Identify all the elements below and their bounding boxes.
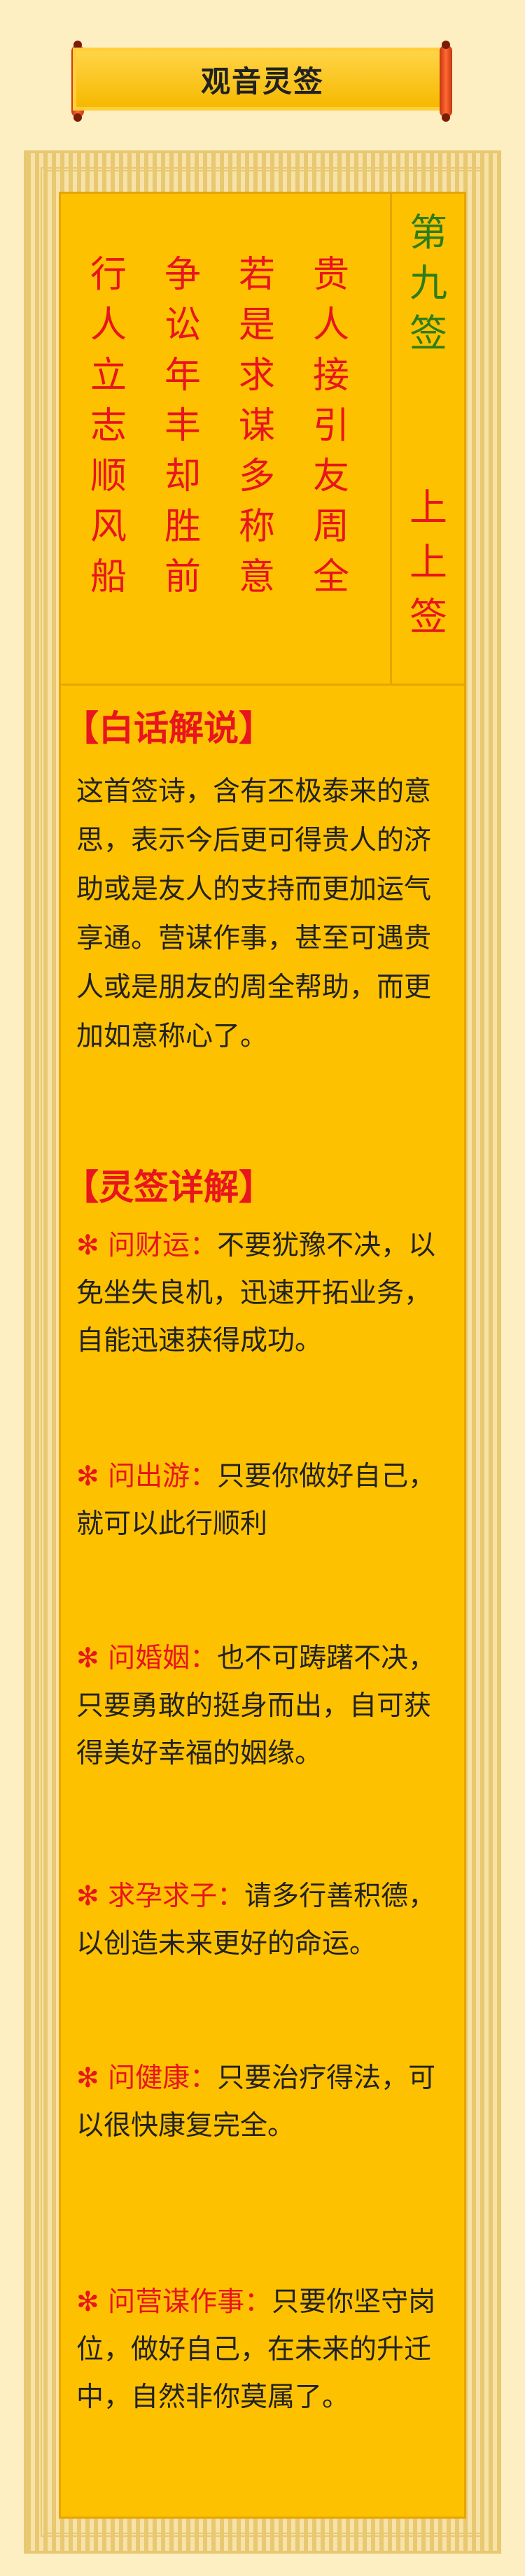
section-heading-details: 【灵签详解】 bbox=[64, 1166, 274, 1208]
detail-marriage: ✻ 问婚姻：也不可踌躇不决，只要勇敢的挺身而出，自可获得美好幸福的姻缘。 bbox=[76, 1643, 436, 1769]
page-title: 观音灵签 bbox=[200, 64, 324, 99]
explanation-text: 这首签诗，含有丕极泰来的意思，表示今后更可得贵人的济助或是友人的支持而更加运气享… bbox=[76, 776, 432, 1052]
detail-travel: ✻ 问出游：只要你做好自己，就可以此行顺利 bbox=[76, 1461, 436, 1540]
sign-number: 第九签 bbox=[410, 211, 447, 355]
poem-column-2: 若是求谋多称意 bbox=[238, 254, 275, 598]
detail-wealth: ✻ 问财运：不要犹豫不决，以免坐失良机，迅速开拓业务，自能迅速获得成功。 bbox=[76, 1230, 436, 1357]
scroll-rod-right bbox=[440, 41, 452, 122]
poem-column-3: 争讼年丰却胜前 bbox=[164, 254, 201, 598]
detail-health: ✻ 问健康：只要治疗得法，可以很快康复完全。 bbox=[76, 2062, 436, 2142]
column-divider bbox=[390, 194, 392, 684]
detail-career: ✻ 问营谋作事：只要你坚守岗位，做好自己，在未来的升迁中，自然非你莫属了。 bbox=[76, 2286, 436, 2413]
title-scroll: 观音灵签 bbox=[73, 48, 452, 111]
detail-fertility: ✻ 求孕求子：请多行善积德，以创造未来更好的命运。 bbox=[76, 1881, 436, 1960]
poem-column-1: 贵人接引友周全 bbox=[312, 254, 349, 598]
title-banner: 观音灵签 bbox=[0, 0, 525, 150]
poem-column-4: 行人立志顺风船 bbox=[90, 254, 127, 598]
section-heading-explanation: 【白话解说】 bbox=[64, 707, 274, 749]
sign-grade: 上上签 bbox=[410, 486, 447, 639]
poem-box: 贵人接引友周全 若是求谋多称意 争讼年丰却胜前 行人立志顺风船 第九签 上上签 bbox=[61, 194, 464, 686]
poem-columns: 贵人接引友周全 若是求谋多称意 争讼年丰却胜前 行人立志顺风船 bbox=[82, 250, 358, 602]
content-panel: 贵人接引友周全 若是求谋多称意 争讼年丰却胜前 行人立志顺风船 第九签 上上签 … bbox=[59, 192, 466, 2519]
